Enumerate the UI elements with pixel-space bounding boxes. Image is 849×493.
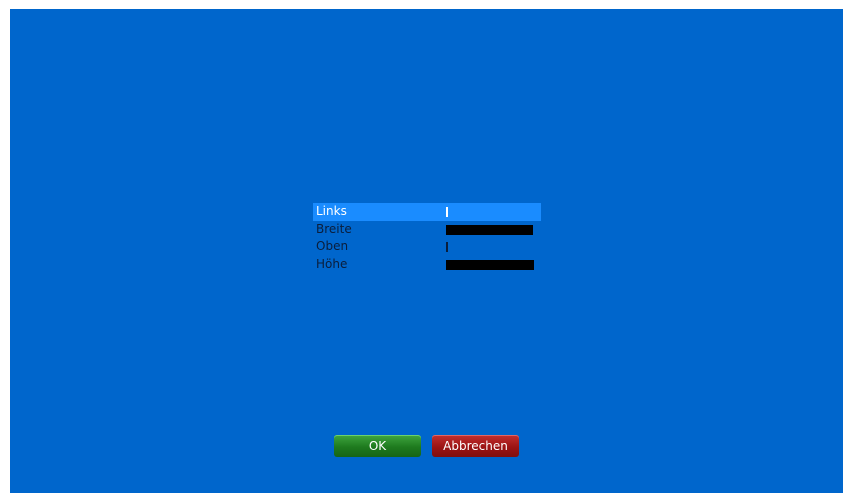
tv-screen: Links Breite Oben Höhe OK Abbrechen — [10, 9, 843, 493]
settings-list: Links Breite Oben Höhe — [313, 203, 541, 273]
setting-value-breite[interactable] — [446, 224, 533, 235]
setting-row-breite[interactable]: Breite — [313, 221, 541, 239]
setting-row-hoehe[interactable]: Höhe — [313, 256, 541, 274]
cancel-button[interactable]: Abbrechen — [432, 435, 519, 457]
setting-label-hoehe: Höhe — [316, 256, 348, 271]
setting-value-links[interactable] — [446, 207, 448, 217]
setting-row-oben[interactable]: Oben — [313, 238, 541, 256]
setting-value-oben[interactable] — [446, 242, 448, 252]
setting-row-links[interactable]: Links — [313, 203, 541, 221]
setting-label-oben: Oben — [316, 239, 349, 253]
setting-label-links: Links — [316, 204, 347, 218]
setting-value-hoehe[interactable] — [446, 259, 534, 270]
setting-label-breite: Breite — [316, 221, 352, 236]
ok-button[interactable]: OK — [334, 435, 421, 457]
